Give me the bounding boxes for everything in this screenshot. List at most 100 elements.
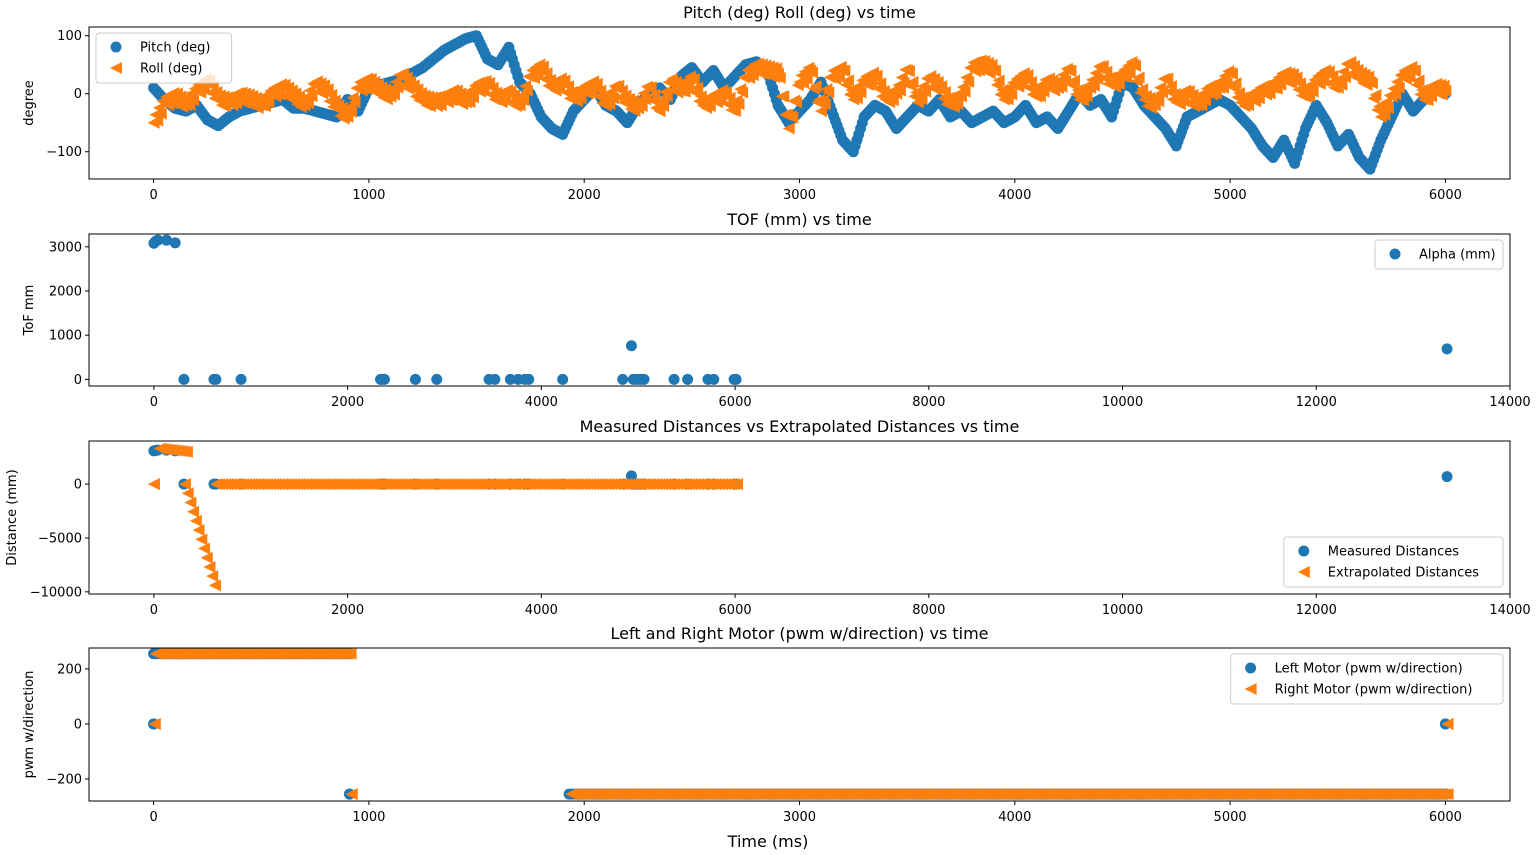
figure-xlabel: Time (ms) [727, 832, 809, 851]
data-point [184, 496, 197, 509]
data-point [378, 373, 390, 385]
x-tick-label: 0 [149, 810, 157, 825]
y-axis-label: Distance (mm) [5, 469, 20, 565]
subplot-title: Measured Distances vs Extrapolated Dista… [580, 417, 1020, 436]
x-tick-label: 4000 [998, 810, 1031, 825]
legend-entry-label: Extrapolated Distances [1328, 566, 1479, 581]
data-point [208, 579, 221, 592]
x-tick-label: 12000 [1296, 603, 1337, 618]
axes-frame [88, 233, 1511, 387]
data-point [187, 505, 200, 518]
x-tick-label: 10000 [1102, 395, 1143, 410]
y-tick-label: 0 [74, 478, 82, 493]
x-tick-label: 6000 [1429, 188, 1462, 203]
y-tick-label: −200 [46, 772, 82, 787]
y-axis-label: degree [22, 80, 37, 126]
y-axis-label: ToF mm [22, 285, 37, 337]
x-tick-label: 4000 [998, 188, 1031, 203]
data-point [169, 237, 181, 249]
x-tick-label: 2000 [331, 395, 364, 410]
legend-marker-icon [1298, 545, 1310, 557]
y-axis-label: pwm w/direction [22, 671, 37, 779]
x-tick-label: 4000 [525, 603, 558, 618]
y-tick-label: 1000 [49, 329, 82, 344]
legend: Left Motor (pwm w/direction) Right Motor … [1230, 653, 1504, 705]
series-extrapolated-distances [147, 442, 744, 592]
x-tick-label: 0 [150, 395, 158, 410]
data-point [682, 373, 694, 385]
figure: Time (ms) 0 1000 2000 3000 4000 5000 6000−1000… [5, 3, 1531, 851]
y-tick-label: −5000 [38, 531, 82, 546]
x-tick-label: 3000 [783, 188, 816, 203]
x-tick-label: 10000 [1102, 603, 1143, 618]
y-tick-label: 3000 [49, 240, 82, 255]
x-tick-label: 14000 [1489, 395, 1530, 410]
legend: Pitch (deg) Roll (deg) [95, 32, 233, 84]
data-point [189, 514, 202, 527]
y-tick-label: 0 [74, 87, 82, 102]
data-point [730, 373, 742, 385]
subplot-title: Left and Right Motor (pwm w/direction) v… [610, 624, 988, 643]
data-point [431, 373, 443, 385]
data-point [206, 570, 219, 583]
data-point [1441, 471, 1453, 483]
legend: Measured Distances Extrapolated Distances [1283, 536, 1504, 588]
x-tick-label: 2000 [568, 188, 601, 203]
subplot-tof: 0 2000 4000 6000 8000 10000 12000 14000 0 1000 200… [22, 210, 1531, 410]
data-point [147, 478, 160, 491]
x-tick-label: 3000 [783, 810, 816, 825]
legend-entry-label: Right Motor (pwm w/direction) [1275, 683, 1473, 698]
x-tick-label: 8000 [912, 395, 945, 410]
series-roll-deg- [147, 54, 1452, 135]
x-tick-label: 2000 [568, 810, 601, 825]
x-tick-label: 1000 [352, 188, 385, 203]
x-tick-label: 4000 [525, 395, 558, 410]
legend-entry-label: Measured Distances [1328, 545, 1459, 560]
legend-entry-label: Pitch (deg) [140, 41, 210, 56]
legend-entry-label: Left Motor (pwm w/direction) [1275, 662, 1463, 677]
legend-marker-icon [1389, 248, 1401, 260]
x-tick-label: 5000 [1214, 810, 1247, 825]
data-point [409, 373, 421, 385]
data-point [210, 373, 222, 385]
data-point [195, 533, 208, 546]
legend-marker-icon [1245, 662, 1257, 674]
data-point [178, 373, 190, 385]
data-point [638, 373, 650, 385]
data-point [203, 560, 216, 573]
legend-entry-label: Roll (deg) [140, 62, 202, 77]
y-tick-label: −10000 [30, 585, 82, 600]
x-tick-label: 8000 [912, 603, 945, 618]
plot-area [147, 30, 1452, 175]
x-tick-label: 0 [149, 188, 157, 203]
data-point [198, 542, 211, 555]
x-tick-label: 6000 [719, 395, 752, 410]
x-tick-label: 1000 [352, 810, 385, 825]
y-tick-label: −100 [46, 145, 82, 160]
x-tick-label: 14000 [1489, 603, 1530, 618]
y-tick-label: 0 [74, 717, 82, 732]
legend-marker-icon [110, 41, 122, 53]
legend-entry-label: Alpha (mm) [1419, 248, 1496, 263]
series-alpha-mm- [148, 234, 1453, 385]
data-point [235, 373, 247, 385]
x-tick-label: 12000 [1296, 395, 1337, 410]
data-point [1441, 343, 1453, 355]
y-tick-label: 100 [57, 29, 82, 44]
plot-area [147, 442, 1453, 592]
subplot-motors: 0 1000 2000 3000 4000 5000 6000 −200 0 200 Left an… [22, 624, 1511, 825]
x-tick-label: 2000 [331, 603, 364, 618]
data-point [200, 551, 213, 564]
data-point [625, 340, 637, 352]
legend: Alpha (mm) [1374, 239, 1504, 270]
data-point [523, 373, 535, 385]
y-tick-label: 0 [74, 373, 82, 388]
data-point [192, 524, 205, 537]
y-tick-label: 200 [57, 662, 82, 677]
subplot-title: Pitch (deg) Roll (deg) vs time [683, 3, 916, 22]
subplot-title: TOF (mm) vs time [726, 210, 871, 229]
data-point [708, 373, 720, 385]
x-tick-label: 5000 [1214, 188, 1247, 203]
data-point [489, 373, 501, 385]
y-tick-label: 2000 [49, 285, 82, 300]
